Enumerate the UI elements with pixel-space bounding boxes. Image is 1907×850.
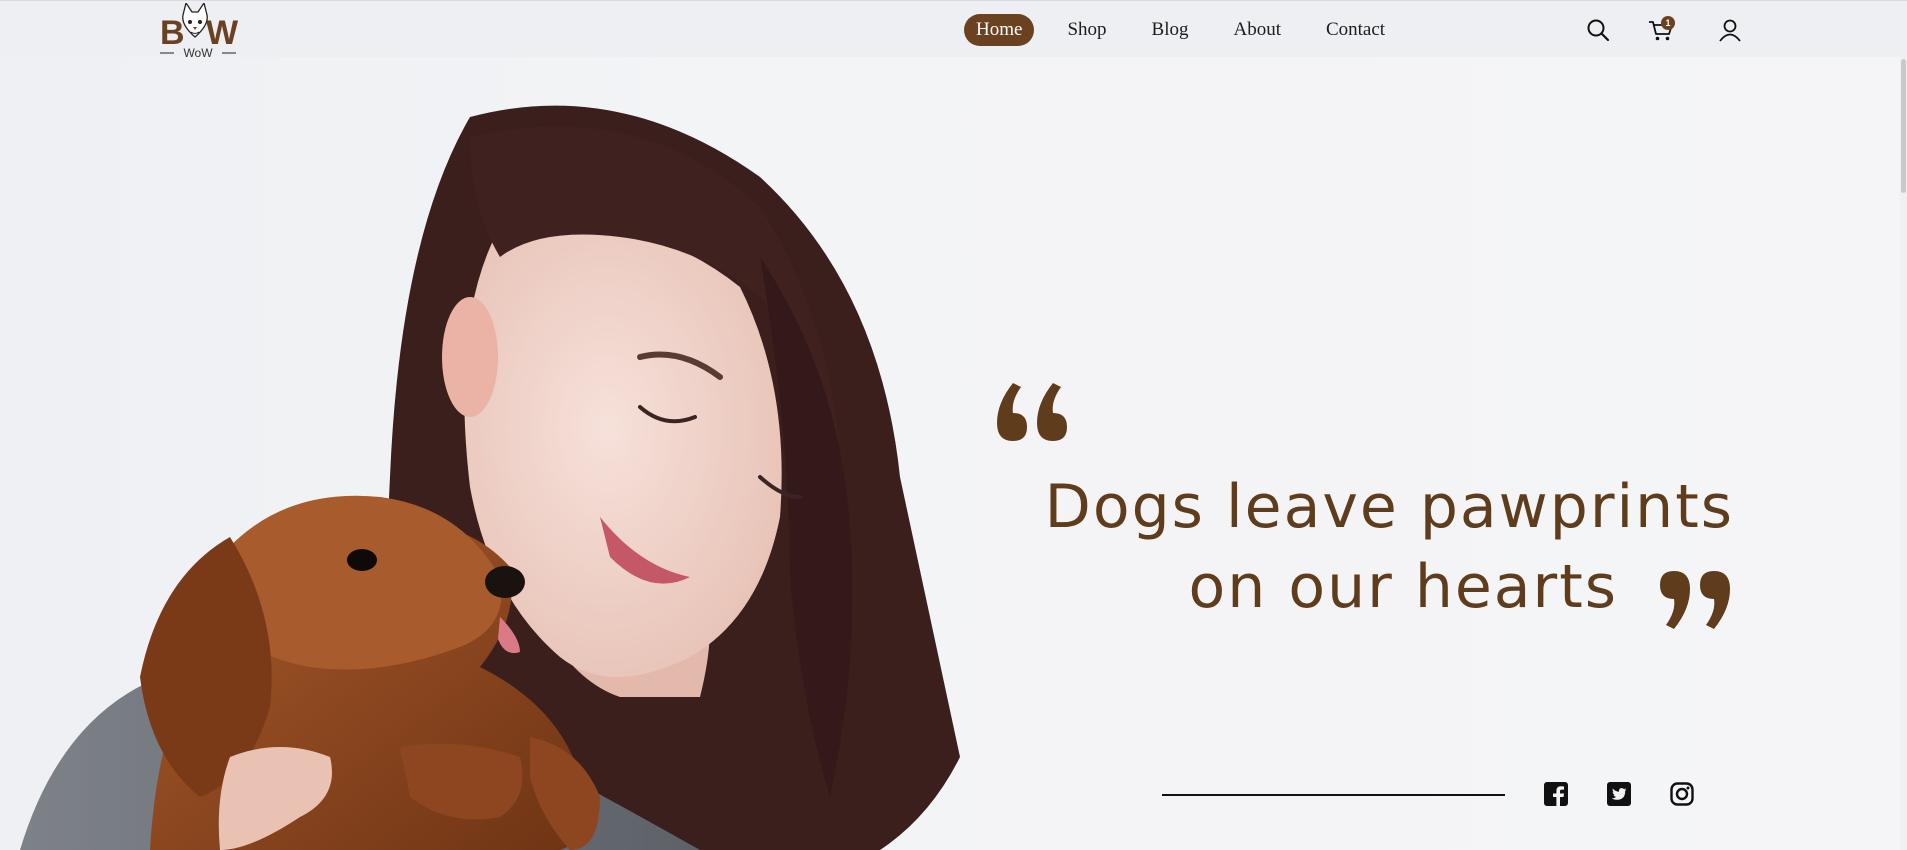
social-divider-line <box>1162 794 1505 796</box>
top-navbar: B W WoW Home Shop Blog About Contact 1 <box>0 0 1907 60</box>
nav-link-about[interactable]: About <box>1221 14 1293 46</box>
nav-link-home[interactable]: Home <box>964 14 1035 46</box>
logo-subtext: WoW <box>183 46 213 57</box>
instagram-icon[interactable] <box>1669 781 1695 807</box>
main-nav: Home Shop Blog About Contact <box>964 14 1418 46</box>
twitter-icon[interactable] <box>1606 781 1632 807</box>
nav-link-contact[interactable]: Contact <box>1314 14 1397 46</box>
cat-face-icon <box>182 1 208 38</box>
hero-quote: Dogs leave pawprints on our hearts <box>990 357 1750 677</box>
open-quote-icon <box>997 383 1067 441</box>
quote-text-line-1: Dogs leave pawprints <box>1044 472 1734 542</box>
close-quote-icon <box>1660 571 1730 629</box>
search-icon[interactable] <box>1583 15 1613 45</box>
cart-count-badge: 1 <box>1661 16 1675 30</box>
hero-section: Dogs leave pawprints on our hearts <box>0 57 1907 850</box>
page-scrollbar[interactable] <box>1900 57 1907 850</box>
brand-logo[interactable]: B W WoW <box>158 1 239 60</box>
cart-button[interactable]: 1 <box>1646 15 1676 45</box>
scrollbar-thumb[interactable] <box>1901 59 1906 193</box>
facebook-icon[interactable] <box>1543 781 1569 807</box>
nav-link-blog[interactable]: Blog <box>1140 14 1201 46</box>
logo-letter-b: B <box>160 14 185 52</box>
user-icon[interactable] <box>1715 15 1745 45</box>
nav-link-shop[interactable]: Shop <box>1055 14 1118 46</box>
quote-text-line-2: on our hearts <box>1188 552 1618 622</box>
hero-photo-woman-with-dog <box>20 105 960 850</box>
